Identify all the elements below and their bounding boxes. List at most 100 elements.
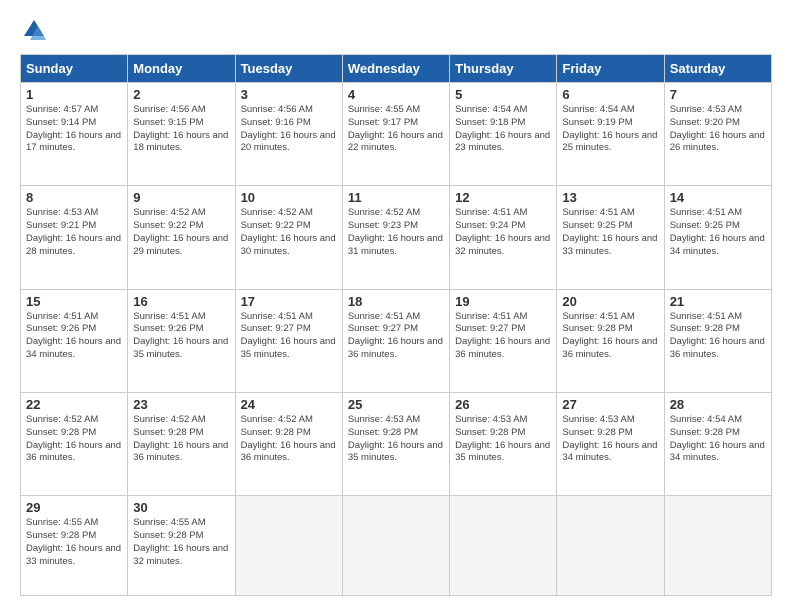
day-info: Sunrise: 4:54 AMSunset: 9:18 PMDaylight:… xyxy=(455,104,551,155)
day-num: 6 xyxy=(562,87,658,102)
day-num: 8 xyxy=(26,190,122,205)
day-cell-1: 1 Sunrise: 4:57 AMSunset: 9:14 PMDaylight… xyxy=(21,83,128,186)
day-cell-25: 25 Sunrise: 4:53 AMSunset: 9:28 PMDayligh… xyxy=(342,392,449,495)
day-num: 10 xyxy=(241,190,337,205)
col-header-saturday: Saturday xyxy=(664,55,771,83)
day-cell-23: 23 Sunrise: 4:52 AMSunset: 9:28 PMDayligh… xyxy=(128,392,235,495)
day-info: Sunrise: 4:51 AMSunset: 9:27 PMDaylight:… xyxy=(455,311,551,362)
day-cell-15: 15Sunrise: 4:51 AMSunset: 9:26 PMDayligh… xyxy=(21,289,128,392)
day-cell-2: 2 Sunrise: 4:56 AMSunset: 9:15 PMDaylight… xyxy=(128,83,235,186)
day-info: Sunrise: 4:55 AMSunset: 9:28 PMDaylight:… xyxy=(133,517,229,568)
col-header-monday: Monday xyxy=(128,55,235,83)
day-cell-13: 13 Sunrise: 4:51 AMSunset: 9:25 PMDayligh… xyxy=(557,186,664,289)
day-num: 1 xyxy=(26,87,122,102)
day-info: Sunrise: 4:51 AMSunset: 9:24 PMDaylight:… xyxy=(455,207,551,258)
calendar: SundayMondayTuesdayWednesdayThursdayFrid… xyxy=(20,54,772,596)
header-row: SundayMondayTuesdayWednesdayThursdayFrid… xyxy=(21,55,772,83)
day-num: 22 xyxy=(26,397,122,412)
day-num: 21 xyxy=(670,294,766,309)
day-cell-empty xyxy=(664,496,771,596)
day-num: 11 xyxy=(348,190,444,205)
day-info: Sunrise: 4:52 AMSunset: 9:28 PMDaylight:… xyxy=(241,414,337,465)
day-cell-26: 26 Sunrise: 4:53 AMSunset: 9:28 PMDayligh… xyxy=(450,392,557,495)
calendar-body: 1 Sunrise: 4:57 AMSunset: 9:14 PMDaylight… xyxy=(21,83,772,596)
day-cell-22: 22 Sunrise: 4:52 AMSunset: 9:28 PMDayligh… xyxy=(21,392,128,495)
col-header-thursday: Thursday xyxy=(450,55,557,83)
day-cell-28: 28 Sunrise: 4:54 AMSunset: 9:28 PMDayligh… xyxy=(664,392,771,495)
day-cell-17: 17 Sunrise: 4:51 AMSunset: 9:27 PMDayligh… xyxy=(235,289,342,392)
day-cell-19: 19 Sunrise: 4:51 AMSunset: 9:27 PMDayligh… xyxy=(450,289,557,392)
day-num: 2 xyxy=(133,87,229,102)
page: SundayMondayTuesdayWednesdayThursdayFrid… xyxy=(0,0,792,612)
day-info: Sunrise: 4:52 AMSunset: 9:23 PMDaylight:… xyxy=(348,207,444,258)
day-info: Sunrise: 4:53 AMSunset: 9:20 PMDaylight:… xyxy=(670,104,766,155)
day-cell-4: 4 Sunrise: 4:55 AMSunset: 9:17 PMDaylight… xyxy=(342,83,449,186)
day-num: 29 xyxy=(26,500,122,515)
day-cell-6: 6Sunrise: 4:54 AMSunset: 9:19 PMDaylight… xyxy=(557,83,664,186)
day-num: 12 xyxy=(455,190,551,205)
day-info: Sunrise: 4:54 AMSunset: 9:28 PMDaylight:… xyxy=(670,414,766,465)
day-num: 27 xyxy=(562,397,658,412)
week-row-2: 8 Sunrise: 4:53 AMSunset: 9:21 PMDaylight… xyxy=(21,186,772,289)
day-num: 7 xyxy=(670,87,766,102)
day-num: 25 xyxy=(348,397,444,412)
day-cell-16: 16 Sunrise: 4:51 AMSunset: 9:26 PMDayligh… xyxy=(128,289,235,392)
day-cell-7: 7 Sunrise: 4:53 AMSunset: 9:20 PMDaylight… xyxy=(664,83,771,186)
col-header-friday: Friday xyxy=(557,55,664,83)
day-info: Sunrise: 4:51 AMSunset: 9:27 PMDaylight:… xyxy=(348,311,444,362)
day-info: Sunrise: 4:52 AMSunset: 9:28 PMDaylight:… xyxy=(133,414,229,465)
day-info: Sunrise: 4:52 AMSunset: 9:22 PMDaylight:… xyxy=(241,207,337,258)
day-info: Sunrise: 4:53 AMSunset: 9:28 PMDaylight:… xyxy=(455,414,551,465)
day-cell-12: 12 Sunrise: 4:51 AMSunset: 9:24 PMDayligh… xyxy=(450,186,557,289)
day-cell-11: 11 Sunrise: 4:52 AMSunset: 9:23 PMDayligh… xyxy=(342,186,449,289)
day-num: 5 xyxy=(455,87,551,102)
col-header-sunday: Sunday xyxy=(21,55,128,83)
day-info: Sunrise: 4:52 AMSunset: 9:22 PMDaylight:… xyxy=(133,207,229,258)
day-num: 14 xyxy=(670,190,766,205)
logo-icon xyxy=(20,16,48,44)
day-cell-24: 24Sunrise: 4:52 AMSunset: 9:28 PMDayligh… xyxy=(235,392,342,495)
day-num: 30 xyxy=(133,500,229,515)
col-header-wednesday: Wednesday xyxy=(342,55,449,83)
day-num: 9 xyxy=(133,190,229,205)
day-cell-29: 29 Sunrise: 4:55 AMSunset: 9:28 PMDayligh… xyxy=(21,496,128,596)
day-info: Sunrise: 4:51 AMSunset: 9:26 PMDaylight:… xyxy=(133,311,229,362)
day-num: 28 xyxy=(670,397,766,412)
header xyxy=(20,16,772,44)
day-num: 13 xyxy=(562,190,658,205)
week-row-3: 15 Sunrise: 4:51 AMSunset: 9:26 PMDayligh… xyxy=(21,289,772,392)
day-info: Sunrise: 4:56 AMSunset: 9:15 PMDaylight:… xyxy=(133,104,229,155)
calendar-header: SundayMondayTuesdayWednesdayThursdayFrid… xyxy=(21,55,772,83)
day-cell-10: 10 Sunrise: 4:52 AMSunset: 9:22 PMDayligh… xyxy=(235,186,342,289)
day-info: Sunrise: 4:51 AMSunset: 9:27 PMDaylight:… xyxy=(241,311,337,362)
day-num: 16 xyxy=(133,294,229,309)
day-info: Sunrise: 4:52 AMSunset: 9:28 PMDaylight:… xyxy=(26,414,122,465)
day-info: Sunrise: 4:53 AMSunset: 9:28 PMDaylight:… xyxy=(348,414,444,465)
logo xyxy=(20,16,52,44)
day-info: Sunrise: 4:57 AMSunset: 9:14 PMDaylight:… xyxy=(26,104,122,155)
day-num: 18 xyxy=(348,294,444,309)
day-cell-8: 8 Sunrise: 4:53 AMSunset: 9:21 PMDaylight… xyxy=(21,186,128,289)
day-num: 20 xyxy=(562,294,658,309)
day-cell-18: 18 Sunrise: 4:51 AMSunset: 9:27 PMDayligh… xyxy=(342,289,449,392)
day-info: Sunrise: 4:53 AMSunset: 9:21 PMDaylight:… xyxy=(26,207,122,258)
day-cell-5: 5 Sunrise: 4:54 AMSunset: 9:18 PMDaylight… xyxy=(450,83,557,186)
week-row-4: 22 Sunrise: 4:52 AMSunset: 9:28 PMDayligh… xyxy=(21,392,772,495)
day-num: 15 xyxy=(26,294,122,309)
day-cell-20: 20 Sunrise: 4:51 AMSunset: 9:28 PMDayligh… xyxy=(557,289,664,392)
day-num: 4 xyxy=(348,87,444,102)
day-info: Sunrise: 4:55 AMSunset: 9:28 PMDaylight:… xyxy=(26,517,122,568)
day-info: Sunrise: 4:51 AMSunset: 9:28 PMDaylight:… xyxy=(562,311,658,362)
day-info: Sunrise: 4:51 AMSunset: 9:25 PMDaylight:… xyxy=(670,207,766,258)
day-cell-empty xyxy=(235,496,342,596)
day-num: 23 xyxy=(133,397,229,412)
day-info: Sunrise: 4:51 AMSunset: 9:25 PMDaylight:… xyxy=(562,207,658,258)
day-cell-9: 9 Sunrise: 4:52 AMSunset: 9:22 PMDaylight… xyxy=(128,186,235,289)
day-num: 3 xyxy=(241,87,337,102)
day-num: 26 xyxy=(455,397,551,412)
day-info: Sunrise: 4:53 AMSunset: 9:28 PMDaylight:… xyxy=(562,414,658,465)
day-num: 19 xyxy=(455,294,551,309)
day-info: Sunrise: 4:55 AMSunset: 9:17 PMDaylight:… xyxy=(348,104,444,155)
day-cell-14: 14 Sunrise: 4:51 AMSunset: 9:25 PMDayligh… xyxy=(664,186,771,289)
day-num: 17 xyxy=(241,294,337,309)
